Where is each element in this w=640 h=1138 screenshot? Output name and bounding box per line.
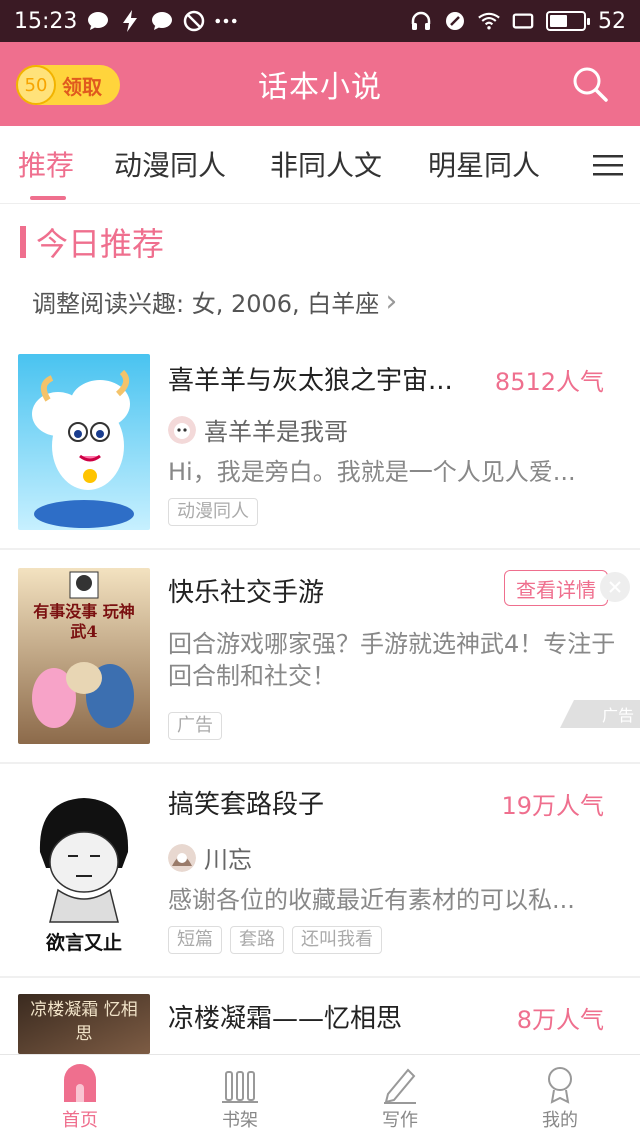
avatar <box>168 843 196 872</box>
list-item[interactable]: 喜羊羊与灰太狼之宇宙... 8512人气 喜羊羊是我哥 Hi，我是旁白。我就是一… <box>0 340 640 548</box>
section-header: 今日推荐 <box>20 222 165 263</box>
item-description: 回合游戏哪家强？手游就选神武4！专注于回合制和社交！ <box>168 630 616 690</box>
ad-tag: 广告 <box>168 712 222 740</box>
tab-active-indicator <box>30 196 66 200</box>
battery-icon <box>546 11 590 31</box>
interest-text: 调整阅读兴趣: 女, 2006, 白羊座 <box>32 290 380 318</box>
list-item[interactable]: 凉楼凝霜 忆相思 凉楼凝霜——忆相思 8万人气 <box>0 978 640 1054</box>
ad-cover-text: 有事没事 玩神武4 <box>33 602 135 641</box>
category-tabs: 推荐 动漫同人 非同人文 明星同人 ▮▮ <box>0 126 640 204</box>
search-button[interactable] <box>570 64 610 104</box>
headphones-icon <box>410 10 432 32</box>
search-icon <box>573 67 608 102</box>
author-name: 喜羊羊是我哥 <box>204 418 348 446</box>
coin-icon: 50 <box>16 65 56 105</box>
item-title: 搞笑套路段子 <box>168 790 325 820</box>
list-item[interactable]: 欲言又止 搞笑套路段子 19万人气 川忘 感谢各位的收藏最近有素材的可以私...… <box>0 764 640 976</box>
tabs-menu-button[interactable] <box>576 126 640 203</box>
more-dots-icon <box>215 10 237 32</box>
item-description: 感谢各位的收藏最近有素材的可以私... <box>168 886 575 914</box>
item-title: 喜羊羊与灰太狼之宇宙... <box>168 366 453 396</box>
profile-icon <box>548 1067 572 1104</box>
tag-list: 广告 <box>168 712 222 740</box>
tag: 套路 <box>230 926 284 954</box>
chevron-right-icon: › <box>385 284 398 319</box>
author-name: 川忘 <box>204 846 252 874</box>
ad-cover: 有事没事 玩神武4 <box>18 568 150 744</box>
book-cover: 欲言又止 <box>18 782 150 958</box>
book-cover: 凉楼凝霜 忆相思 <box>18 994 150 1054</box>
popularity-count: 8万人气 <box>516 1006 604 1034</box>
bookshelf-icon <box>222 1071 258 1103</box>
cover-text: 凉楼凝霜 忆相思 <box>30 1000 138 1044</box>
status-bar: 15:23 52 <box>0 0 640 42</box>
book-cover <box>18 354 150 530</box>
clock: 15:23 <box>14 8 78 34</box>
menu-icon <box>593 154 623 175</box>
avatar <box>168 415 196 444</box>
message-icon <box>151 10 173 32</box>
tab-recommend[interactable]: 推荐 <box>18 144 74 184</box>
item-description: Hi，我是旁白。我就是一个人见人爱... <box>168 458 576 486</box>
author[interactable]: 喜羊羊是我哥 <box>168 412 348 447</box>
close-ad-button[interactable] <box>600 572 630 602</box>
app-title: 话本小说 <box>258 70 382 105</box>
nav-label: 书架 <box>222 1110 258 1131</box>
item-title: 快乐社交手游 <box>168 578 325 608</box>
tag: 还叫我看 <box>292 926 382 954</box>
adjust-interest-link[interactable]: 调整阅读兴趣: 女, 2006, 白羊座 › <box>32 284 397 319</box>
nav-bookshelf[interactable]: 书架 <box>160 1055 320 1138</box>
claim-coins-button[interactable]: 50 领取 <box>16 65 120 105</box>
ad-item[interactable]: 有事没事 玩神武4 快乐社交手游 查看详情 回合游戏哪家强？手游就选神武4！专注… <box>0 550 640 762</box>
tag-list: 动漫同人 <box>168 498 258 526</box>
ad-corner-text: 广告 <box>601 706 634 725</box>
flash-icon <box>119 10 141 32</box>
tab-anime-fanfic[interactable]: 动漫同人 <box>114 144 226 184</box>
do-not-disturb-icon <box>183 10 205 32</box>
screen-rotate-icon <box>512 10 534 32</box>
nav-home[interactable]: 首页 <box>0 1055 160 1138</box>
app-header: 50 领取 话本小说 <box>0 42 640 126</box>
author[interactable]: 川忘 <box>168 840 252 875</box>
battery-percent: 52 <box>598 8 626 34</box>
cover-caption: 欲言又止 <box>45 932 122 954</box>
section-title: 今日推荐 <box>36 225 165 263</box>
ad-corner-label: 广告 <box>560 700 640 728</box>
nav-label: 我的 <box>542 1110 578 1131</box>
tag: 短篇 <box>168 926 222 954</box>
bottom-navigation: 首页 书架 写作 我的 <box>0 1054 640 1138</box>
nav-profile[interactable]: 我的 <box>480 1055 640 1138</box>
battery-fill <box>550 15 567 27</box>
close-icon <box>609 581 621 593</box>
message-icon <box>87 10 109 32</box>
nav-label: 首页 <box>62 1110 98 1131</box>
wifi-icon <box>478 10 500 32</box>
nav-write[interactable]: 写作 <box>320 1055 480 1138</box>
nfc-icon <box>444 10 466 32</box>
popularity-count: 8512人气 <box>494 368 604 396</box>
pen-icon <box>384 1068 416 1104</box>
tab-celebrity-fanfic[interactable]: 明星同人 <box>428 144 540 184</box>
claim-label: 领取 <box>62 74 102 99</box>
tag: 动漫同人 <box>168 498 258 526</box>
popularity-count: 19万人气 <box>501 792 604 820</box>
item-title: 凉楼凝霜——忆相思 <box>168 1004 403 1034</box>
tab-original[interactable]: 非同人文 <box>270 144 382 184</box>
home-icon <box>64 1064 96 1102</box>
view-details-button[interactable]: 查看详情 <box>504 570 608 606</box>
section-accent-bar <box>20 226 26 258</box>
nav-label: 写作 <box>382 1110 418 1131</box>
tag-list: 短篇 套路 还叫我看 <box>168 926 382 954</box>
